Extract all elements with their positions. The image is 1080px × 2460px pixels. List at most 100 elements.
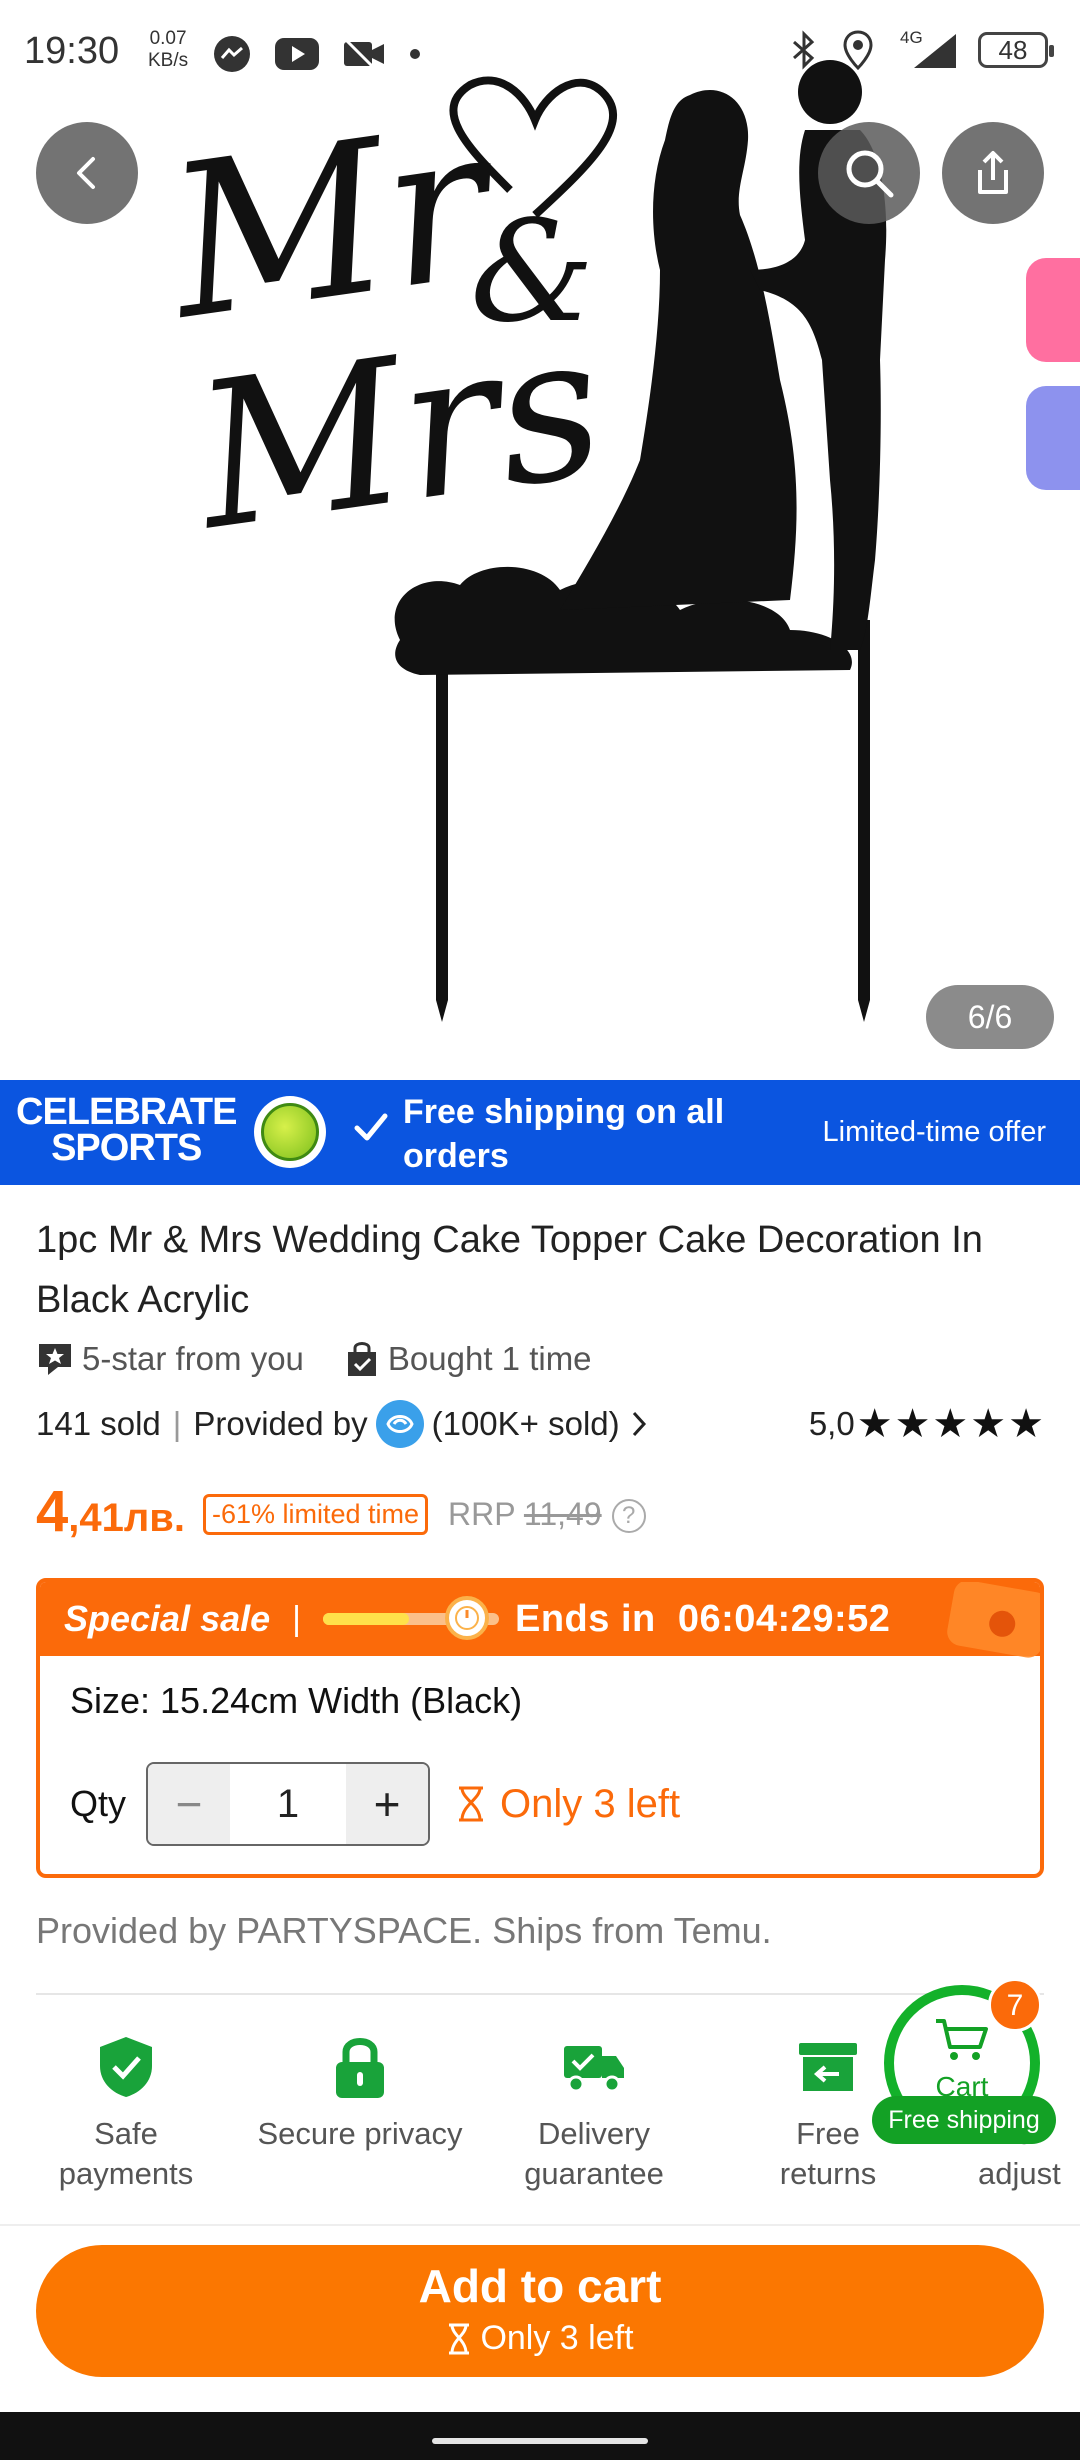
- shopping-bag-check-icon: [347, 1342, 376, 1376]
- chevron-right-icon[interactable]: [626, 1407, 652, 1441]
- guarantee-delivery[interactable]: Delivery guarantee: [474, 2026, 714, 2194]
- five-star-badge: 5-star from you: [36, 1340, 304, 1378]
- guarantee-label-1b: payments: [58, 2156, 194, 2191]
- add-to-cart-sub: Only 3 left: [36, 2319, 1044, 2358]
- provided-by-label: Provided by: [193, 1405, 368, 1442]
- lock-icon: [336, 2038, 384, 2098]
- chevron-left-icon: [77, 157, 95, 189]
- status-time: 19:30: [24, 30, 120, 72]
- price-main: 4: [36, 1479, 69, 1544]
- ends-label: Ends in: [514, 1597, 656, 1640]
- back-button[interactable]: [36, 122, 138, 224]
- product-title: 1pc Mr & Mrs Wedding Cake Topper Cake De…: [36, 1219, 983, 1321]
- qty-value[interactable]: 1: [230, 1764, 347, 1844]
- guarantee-safe-payments[interactable]: Safe payments: [6, 2026, 246, 2194]
- guarantee-label-3b: guarantee: [524, 2156, 664, 2191]
- youtube-icon: [275, 38, 319, 70]
- stock-warning-text: Only 3 left: [500, 1781, 681, 1826]
- side-tab-pink[interactable]: [1026, 258, 1080, 362]
- bluetooth-icon: [793, 30, 815, 70]
- sales-provider-row: 141 sold | Provided by (100K+ sold) 5,0 …: [36, 1400, 1046, 1448]
- cart-free-shipping: Free shipping: [872, 2096, 1056, 2144]
- hourglass-icon: [459, 1786, 484, 1822]
- promo-title-line1: CELEBRATE: [16, 1091, 237, 1133]
- guarantee-label-4b: returns: [779, 2156, 877, 2191]
- provider-sold[interactable]: (100K+ sold): [432, 1405, 620, 1443]
- signal-icon: 4G: [894, 28, 958, 70]
- gift-icon: [944, 1582, 1040, 1660]
- home-gesture-handle[interactable]: [432, 2438, 648, 2444]
- five-star-text: 5-star from you: [82, 1340, 304, 1377]
- status-bar: 19:30 0.07 KB/s 4G 48: [0, 0, 1080, 108]
- promo-free-shipping: Free shipping on all orders: [403, 1093, 725, 1175]
- location-icon: [843, 30, 873, 70]
- countdown-time: 06:04:29:52: [677, 1597, 891, 1640]
- special-sale-box: Special sale | Ends in 06:04:29:52 Size:…: [36, 1578, 1044, 1878]
- clock-icon: [445, 1596, 490, 1640]
- cart-icon: [936, 2019, 988, 2060]
- network-speed-unit: KB/s: [148, 50, 189, 71]
- add-to-cart-label: Add to cart: [418, 2260, 662, 2312]
- special-sale-separator: |: [292, 1599, 301, 1638]
- dot-icon: [410, 49, 420, 59]
- price-decimals: ,41лв.: [68, 1496, 185, 1540]
- image-counter: 6/6: [926, 985, 1054, 1049]
- side-tab-purple[interactable]: [1026, 386, 1080, 490]
- sold-count: 141 sold: [36, 1405, 161, 1442]
- hourglass-icon: [449, 2323, 470, 2354]
- rrp-label: RRP: [448, 1496, 516, 1532]
- bought-text: Bought 1 time: [387, 1340, 592, 1377]
- rating[interactable]: 5,0 ★★★★★: [809, 1401, 1046, 1447]
- divider: [0, 2224, 1080, 2226]
- product-image-gallery[interactable]: Mr & Mrs 6/6: [0, 0, 1080, 1080]
- cart-count-badge: 7: [988, 1978, 1042, 2032]
- discount-badge: -61% limited time: [202, 1494, 429, 1535]
- provider-logo-icon[interactable]: [375, 1400, 424, 1448]
- delivery-truck-icon: [564, 2046, 624, 2093]
- quantity-row: Qty − 1 + Only 3 left: [70, 1762, 680, 1846]
- share-button[interactable]: [942, 122, 1044, 224]
- rating-value: 5,0: [808, 1405, 855, 1442]
- system-navigation-bar: [0, 2412, 1080, 2460]
- sale-progress-fill: [322, 1613, 410, 1625]
- bought-badge: Bought 1 time: [344, 1340, 592, 1378]
- network-speed-value: 0.07: [149, 28, 187, 49]
- star-review-icon: [39, 1344, 71, 1375]
- battery-icon: 48: [978, 32, 1054, 68]
- qty-label: Qty: [70, 1783, 127, 1824]
- promo-banner[interactable]: CELEBRATE SPORTS Free shipping on all or…: [0, 1080, 1080, 1185]
- special-sale-label: Special sale: [64, 1598, 271, 1639]
- rating-stars-icon: ★★★★★: [856, 1402, 1046, 1446]
- price-row: 4,41лв. -61% limited time RRP 11,49 ?: [36, 1478, 646, 1545]
- shield-check-icon: [100, 2037, 152, 2097]
- countdown: Ends in 06:04:29:52: [515, 1598, 890, 1641]
- rrp: RRP 11,49: [448, 1496, 602, 1533]
- sale-progress-bar: [322, 1596, 499, 1640]
- guarantee-label-3a: Delivery: [538, 2116, 650, 2151]
- promo-offer: Limited-time offer: [822, 1116, 1047, 1148]
- price: 4,41лв.: [36, 1478, 185, 1545]
- purchase-history-row: 5-star from you Bought 1 time: [36, 1340, 632, 1378]
- search-button[interactable]: [818, 122, 920, 224]
- seller-info[interactable]: Provided by PARTYSPACE. Ships from Temu.: [36, 1910, 772, 1952]
- guarantee-secure-privacy[interactable]: Secure privacy: [240, 2026, 480, 2154]
- stock-warning: Only 3 left: [454, 1782, 680, 1827]
- quantity-stepper: − 1 +: [146, 1762, 431, 1846]
- special-sale-header: Special sale | Ends in 06:04:29:52: [40, 1582, 1040, 1660]
- guarantee-label-5b: adjust: [978, 2156, 1061, 2191]
- decrease-qty-button[interactable]: −: [148, 1764, 231, 1844]
- add-to-cart-stock: Only 3 left: [480, 2319, 634, 2357]
- video-off-icon: [344, 38, 384, 70]
- divider: [36, 1993, 1044, 1995]
- guarantee-label-2a: Secure privacy: [257, 2116, 463, 2151]
- increase-qty-button[interactable]: +: [346, 1764, 429, 1844]
- add-to-cart-button[interactable]: Add to cart Only 3 left: [36, 2245, 1044, 2377]
- promo-title: CELEBRATE SPORTS: [16, 1091, 237, 1167]
- help-icon[interactable]: ?: [611, 1499, 646, 1533]
- network-speed: 0.07 KB/s: [148, 28, 188, 72]
- selected-size[interactable]: Size: 15.24cm Width (Black): [70, 1680, 522, 1722]
- rrp-value: 11,49: [523, 1496, 602, 1532]
- checkmark-icon: [354, 1113, 388, 1141]
- messenger-icon: [214, 36, 250, 72]
- search-icon: [846, 150, 894, 198]
